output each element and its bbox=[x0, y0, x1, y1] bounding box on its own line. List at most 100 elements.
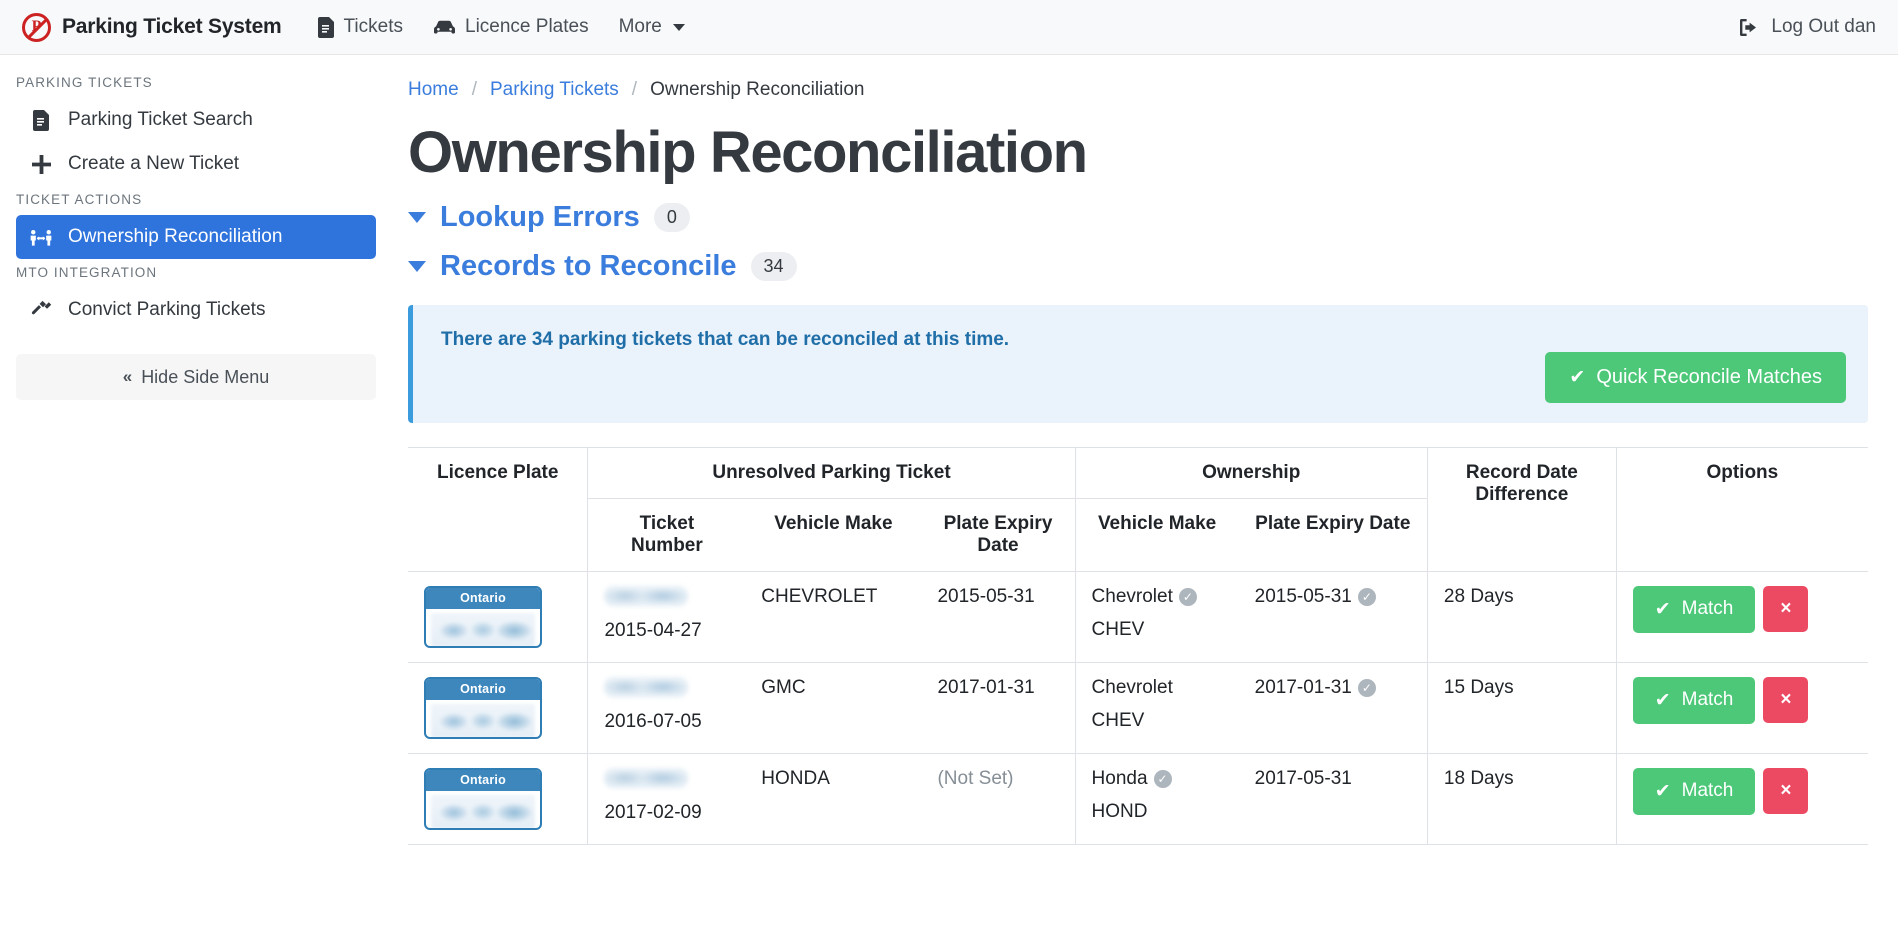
column-header-options: Options bbox=[1615, 446, 1868, 572]
sidebar-item-create-a-new-ticket[interactable]: Create a New Ticket bbox=[16, 142, 376, 186]
match-button-label: Match bbox=[1681, 598, 1734, 620]
ticket-date: 2017-02-09 bbox=[604, 801, 702, 823]
sidebar-item-parking-ticket-search[interactable]: Parking Ticket Search bbox=[16, 98, 376, 142]
dismiss-button[interactable]: × bbox=[1763, 676, 1809, 723]
sidebar-item-parking-ticket-search-label: Parking Ticket Search bbox=[68, 109, 253, 130]
plate-number-redacted bbox=[431, 794, 535, 828]
cell-options: ✔ Match × bbox=[1615, 752, 1868, 845]
owner-vehicle-make-code: CHEV bbox=[1091, 618, 1145, 640]
sidebar-item-convict-parking-tickets-label: Convict Parking Tickets bbox=[68, 299, 266, 320]
cell-ticket-plate-expiry: 2017-01-31 bbox=[921, 661, 1076, 754]
table-row: Ontario 2016-07-05 GMC 2017-01-31 Chevro… bbox=[408, 661, 1868, 754]
column-header-ticket-vehicle-make: Vehicle Make bbox=[745, 497, 922, 572]
quick-reconcile-matches-button[interactable]: ✔ Quick Reconcile Matches bbox=[1545, 351, 1846, 403]
section-lookup-errors-count: 0 bbox=[653, 202, 690, 232]
verified-check-icon: ✓ bbox=[1153, 769, 1172, 788]
hide-side-menu-button[interactable]: « Hide Side Menu bbox=[16, 354, 376, 400]
section-toggle-records-to-reconcile[interactable]: Records to Reconcile 34 bbox=[408, 250, 1868, 283]
sidebar-item-ownership-reconciliation-label: Ownership Reconciliation bbox=[68, 226, 283, 247]
brand[interactable]: P Parking Ticket System bbox=[22, 12, 282, 42]
cell-ticket-number: 2017-02-09 bbox=[587, 752, 746, 845]
column-header-licence-plate: Licence Plate bbox=[408, 446, 588, 572]
plate-region-label: Ontario bbox=[426, 587, 540, 609]
check-icon: ✔ bbox=[1654, 689, 1671, 711]
reconciliation-table: Licence Plate Unresolved Parking Ticket … bbox=[408, 446, 1868, 845]
sidebar-item-convict-parking-tickets[interactable]: Convict Parking Tickets bbox=[16, 288, 376, 332]
nav-item-more[interactable]: More bbox=[619, 16, 685, 38]
sidebar-heading-ticket-actions: TICKET ACTIONS bbox=[16, 192, 143, 207]
ticket-date: 2016-07-05 bbox=[604, 710, 702, 732]
cell-owner-plate-expiry: 2017-05-31 bbox=[1238, 752, 1428, 845]
top-navbar: P Parking Ticket System Tickets Licence … bbox=[0, 0, 1898, 55]
ticket-date: 2015-04-27 bbox=[604, 619, 702, 641]
column-group-ownership: Ownership bbox=[1074, 446, 1428, 499]
ticket-number-redacted bbox=[604, 767, 689, 788]
quick-reconcile-matches-label: Quick Reconcile Matches bbox=[1596, 365, 1822, 388]
column-header-ticket-number: Ticket Number bbox=[587, 497, 746, 572]
cell-licence-plate: Ontario bbox=[408, 661, 588, 754]
chevron-down-icon bbox=[672, 23, 685, 31]
section-lookup-errors-label: Lookup Errors bbox=[440, 200, 640, 233]
double-chevron-left-icon: « bbox=[122, 367, 133, 386]
no-parking-icon: P bbox=[22, 12, 51, 42]
info-alert: There are 34 parking tickets that can be… bbox=[408, 304, 1868, 423]
column-header-owner-vehicle-make: Vehicle Make bbox=[1074, 497, 1239, 572]
cell-owner-vehicle-make: Chevrolet ✓ CHEV bbox=[1074, 570, 1239, 663]
cell-owner-vehicle-make: Chevrolet CHEV bbox=[1074, 661, 1239, 754]
cell-owner-plate-expiry: 2015-05-31 ✓ bbox=[1238, 570, 1428, 663]
column-header-ticket-plate-expiry-date: Plate Expiry Date bbox=[921, 497, 1076, 572]
owner-plate-expiry: 2015-05-31 bbox=[1254, 585, 1352, 607]
column-group-unresolved-parking-ticket: Unresolved Parking Ticket bbox=[587, 446, 1076, 499]
logout-button[interactable]: Log Out dan bbox=[1740, 16, 1876, 38]
section-toggle-lookup-errors[interactable]: Lookup Errors 0 bbox=[408, 201, 1868, 234]
cell-ticket-number: 2016-07-05 bbox=[587, 661, 746, 754]
cell-options: ✔ Match × bbox=[1615, 661, 1868, 754]
breadcrumb-separator: / bbox=[631, 79, 638, 100]
nav-item-licence-plates[interactable]: Licence Plates bbox=[433, 16, 589, 38]
owner-plate-expiry: 2017-05-31 bbox=[1254, 767, 1352, 789]
brand-name: Parking Ticket System bbox=[62, 15, 282, 38]
plus-icon bbox=[30, 154, 52, 174]
dismiss-button[interactable]: × bbox=[1763, 767, 1809, 814]
match-button-label: Match bbox=[1681, 689, 1734, 711]
breadcrumb-item-home[interactable]: Home bbox=[408, 79, 459, 101]
breadcrumb-item-current: Ownership Reconciliation bbox=[650, 79, 865, 100]
licence-plate-graphic: Ontario bbox=[424, 676, 542, 739]
match-button[interactable]: ✔ Match bbox=[1632, 767, 1756, 815]
sidebar-heading-parking-tickets: PARKING TICKETS bbox=[16, 75, 153, 90]
sidebar-item-ownership-reconciliation[interactable]: Ownership Reconciliation bbox=[16, 215, 376, 259]
owner-plate-expiry: 2017-01-31 bbox=[1254, 676, 1352, 698]
check-icon: ✔ bbox=[1654, 780, 1671, 802]
verified-check-icon: ✓ bbox=[1357, 587, 1376, 606]
main-content: Home / Parking Tickets / Ownership Recon… bbox=[392, 55, 1898, 937]
cell-ticket-plate-expiry: (Not Set) bbox=[921, 752, 1076, 845]
plate-number-redacted bbox=[431, 703, 535, 737]
table-header: Licence Plate Unresolved Parking Ticket … bbox=[408, 446, 1868, 572]
cell-ticket-plate-expiry: 2015-05-31 bbox=[921, 570, 1076, 663]
table-group-header-row: Licence Plate Unresolved Parking Ticket … bbox=[408, 446, 1868, 572]
table-row: Ontario 2015-04-27 CHEVROLET 2015-05-31 … bbox=[408, 570, 1868, 663]
column-header-owner-plate-expiry-date: Plate Expiry Date bbox=[1238, 497, 1428, 572]
nav-links: Tickets Licence Plates More bbox=[317, 16, 685, 38]
gavel-icon bbox=[30, 300, 52, 320]
logout-label: Log Out dan bbox=[1771, 16, 1876, 37]
dismiss-button[interactable]: × bbox=[1763, 585, 1809, 632]
nav-item-tickets[interactable]: Tickets bbox=[317, 16, 403, 38]
verified-check-icon: ✓ bbox=[1357, 678, 1376, 697]
document-search-icon bbox=[30, 109, 52, 131]
match-button[interactable]: ✔ Match bbox=[1632, 585, 1756, 633]
owner-vehicle-make: Chevrolet bbox=[1091, 585, 1173, 607]
check-icon: ✔ bbox=[1654, 598, 1671, 620]
navbar-right: Log Out dan bbox=[1740, 16, 1876, 38]
nav-item-tickets-label: Tickets bbox=[343, 16, 403, 37]
plate-number-redacted bbox=[431, 612, 535, 646]
owner-vehicle-make: Chevrolet bbox=[1091, 676, 1173, 698]
breadcrumb-item-parking-tickets[interactable]: Parking Tickets bbox=[490, 79, 619, 101]
car-icon bbox=[433, 20, 456, 35]
triangle-down-icon bbox=[408, 260, 426, 272]
owner-vehicle-make: Honda bbox=[1091, 767, 1148, 789]
match-button[interactable]: ✔ Match bbox=[1632, 676, 1756, 724]
ticket-number-redacted bbox=[604, 676, 689, 697]
plate-region-label: Ontario bbox=[426, 769, 540, 791]
cell-ticket-vehicle-make: CHEVROLET bbox=[745, 570, 922, 663]
